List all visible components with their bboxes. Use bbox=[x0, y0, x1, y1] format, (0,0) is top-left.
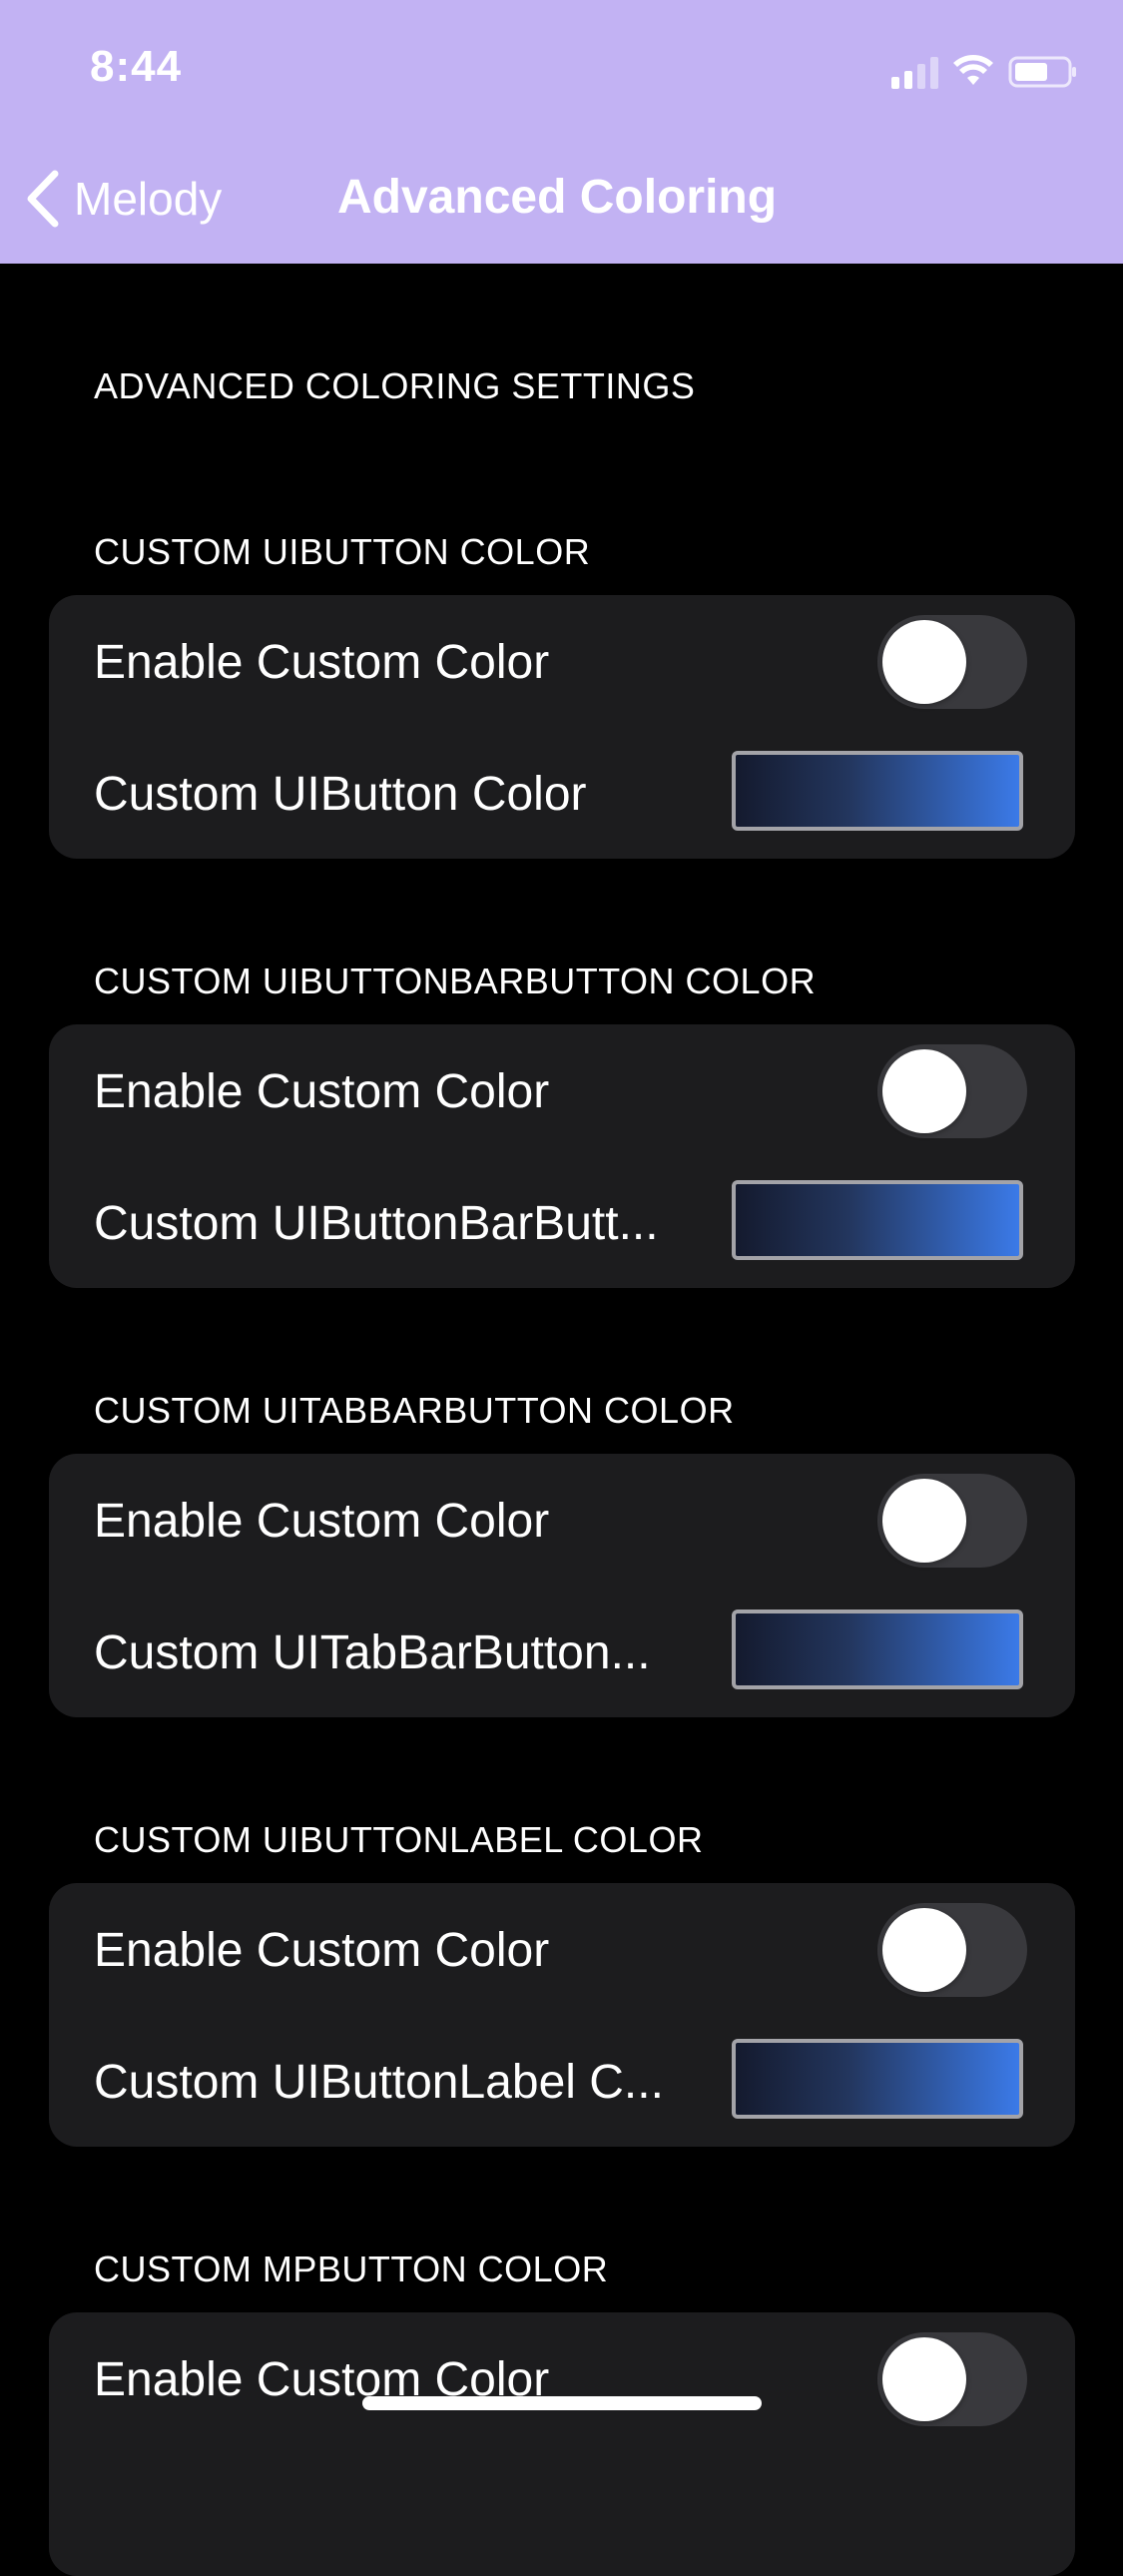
custom-color-label: Custom UITabBarButton... bbox=[94, 1626, 651, 1679]
custom-color-label: Custom UIButtonBarButt... bbox=[94, 1197, 659, 1250]
color-swatch-button[interactable] bbox=[732, 1180, 1023, 1260]
color-swatch-button[interactable] bbox=[732, 751, 1023, 831]
enable-custom-color-toggle[interactable] bbox=[877, 1474, 1027, 1568]
page-title: Advanced Coloring bbox=[337, 171, 778, 224]
section-header-uibutton: CUSTOM UIBUTTON COLOR bbox=[94, 531, 591, 572]
toggle-knob bbox=[882, 1479, 966, 1563]
custom-color-label: Custom UIButton Color bbox=[94, 768, 587, 821]
back-button-label: Melody bbox=[74, 173, 223, 225]
status-time: 8:44 bbox=[90, 42, 183, 91]
signal-icon bbox=[891, 55, 938, 89]
settings-group-mpbutton: Enable Custom Color bbox=[49, 2312, 1075, 2576]
enable-custom-color-toggle[interactable] bbox=[877, 1044, 1027, 1138]
enable-custom-color-toggle[interactable] bbox=[877, 1903, 1027, 1997]
page-heading: ADVANCED COLORING SETTINGS bbox=[94, 365, 696, 406]
enable-custom-color-toggle[interactable] bbox=[877, 2332, 1027, 2426]
section-header-uitabbarbutton: CUSTOM UITABBARBUTTON COLOR bbox=[94, 1390, 735, 1431]
toggle-knob bbox=[882, 1049, 966, 1133]
section-header-uibuttonbarbutton: CUSTOM UIBUTTONBARBUTTON COLOR bbox=[94, 961, 817, 1001]
enable-custom-color-label: Enable Custom Color bbox=[94, 1065, 550, 1118]
settings-group-uibuttonlabel: Enable Custom Color Custom UIButtonLabel… bbox=[49, 1883, 1075, 2147]
chevron-left-icon bbox=[27, 170, 59, 228]
section-header-mpbutton: CUSTOM MPBUTTON COLOR bbox=[94, 2249, 609, 2289]
navigation-bar: 8:44 Melody Advanced Coloring bbox=[0, 0, 1123, 264]
status-icons bbox=[891, 52, 1078, 92]
color-swatch-button[interactable] bbox=[732, 2039, 1023, 2119]
wifi-icon bbox=[953, 55, 993, 85]
settings-group-uitabbarbutton: Enable Custom Color Custom UITabBarButto… bbox=[49, 1454, 1075, 1717]
home-indicator[interactable] bbox=[362, 2396, 762, 2410]
enable-custom-color-label: Enable Custom Color bbox=[94, 636, 550, 689]
settings-group-uibuttonbarbutton: Enable Custom Color Custom UIButtonBarBu… bbox=[49, 1024, 1075, 1288]
toggle-knob bbox=[882, 1908, 966, 1992]
enable-custom-color-toggle[interactable] bbox=[877, 615, 1027, 709]
color-swatch-button[interactable] bbox=[732, 1610, 1023, 1689]
section-header-uibuttonlabel: CUSTOM UIBUTTONLABEL COLOR bbox=[94, 1819, 704, 1860]
back-button[interactable]: Melody bbox=[26, 164, 222, 234]
toggle-knob bbox=[882, 620, 966, 704]
enable-custom-color-label: Enable Custom Color bbox=[94, 1924, 550, 1977]
toggle-knob bbox=[882, 2337, 966, 2421]
battery-icon bbox=[1008, 56, 1076, 88]
custom-color-label: Custom UIButtonLabel C... bbox=[94, 2056, 664, 2109]
settings-group-uibutton: Enable Custom Color Custom UIButton Colo… bbox=[49, 595, 1075, 859]
enable-custom-color-label: Enable Custom Color bbox=[94, 1495, 550, 1548]
